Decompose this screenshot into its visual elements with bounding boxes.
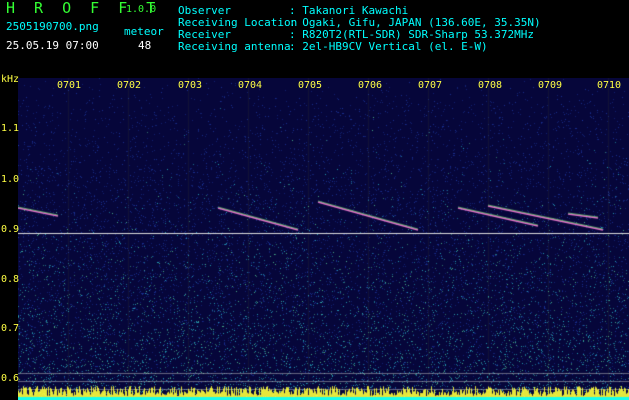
observation-datetime: 25.05.19 07:00 — [6, 39, 99, 52]
x-tick-label: 0709 — [538, 80, 563, 91]
file-name: 2505190700.png — [6, 20, 99, 33]
x-tick-label: 0704 — [238, 80, 263, 91]
meteor-count: 48 — [138, 39, 152, 52]
x-tick-label: 0705 — [298, 80, 323, 91]
header-panel: H R O F F T 1.0.0 2505190700.png meteor … — [0, 0, 629, 72]
y-tick-label: 0.8 — [1, 274, 20, 285]
y-tick-label: 1.1 — [1, 123, 20, 134]
antenna-label: Receiving antenna — [178, 40, 291, 53]
app-version: 1.0.0 — [126, 4, 157, 15]
x-tick-label: 0702 — [117, 80, 142, 91]
meteor-label: meteor — [124, 25, 164, 38]
x-tick-label: 0708 — [478, 80, 503, 91]
x-tick-label: 0703 — [178, 80, 203, 91]
spectrogram-canvas — [18, 78, 629, 400]
x-tick-label: 0706 — [358, 80, 383, 91]
x-tick-label: 0701 — [57, 80, 82, 91]
y-tick-label: 0.9 — [1, 224, 20, 235]
y-tick-label: 0.7 — [1, 323, 20, 334]
y-tick-label: 1.0 — [1, 174, 20, 185]
y-axis-unit: kHz — [1, 74, 20, 85]
x-tick-label: 0710 — [597, 80, 622, 91]
x-tick-label: 0707 — [418, 80, 443, 91]
antenna-value: : 2el-HB9CV Vertical (el. E-W) — [289, 40, 488, 53]
y-tick-label: 0.6 — [1, 373, 20, 384]
